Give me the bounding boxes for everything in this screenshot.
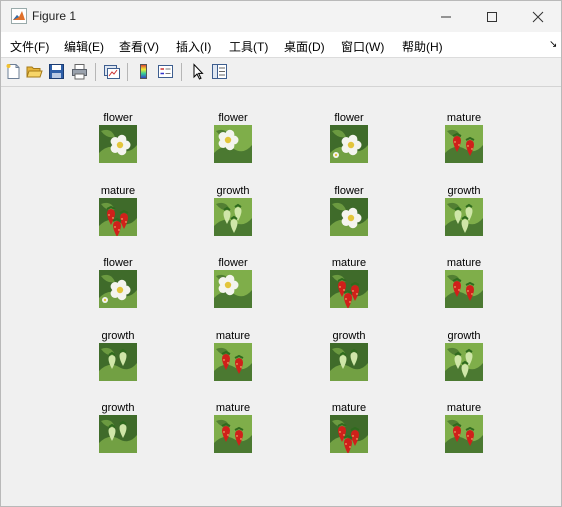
toolbar-separator [127,63,128,81]
strawberry-mature-image[interactable] [445,270,483,308]
strawberry-mature-image[interactable] [99,198,137,236]
strawberry-growth-image[interactable] [445,198,483,236]
subplot-cell[interactable]: mature [198,330,268,400]
strawberry-growth-image[interactable] [99,343,137,381]
subplot-title: mature [100,185,136,197]
subplot-cell[interactable]: mature [429,257,499,327]
subplot-cell[interactable]: flower [314,112,384,182]
figure-window: Figure 1 文件(F) 编辑(E) 查看(V) 插入(I) 工具(T) 桌… [0,0,562,507]
subplot-cell[interactable]: flower [83,257,153,327]
menu-tools[interactable]: 工具(T) [229,38,268,55]
subplot-title: mature [331,402,367,414]
link-plot-icon[interactable] [103,63,120,80]
menu-edit[interactable]: 编辑(E) [64,38,104,55]
subplot-title: growth [101,330,135,342]
figure-canvas[interactable]: flower flower flower mature mature growth flow… [1,87,561,506]
edit-plot-pointer-icon[interactable] [189,63,206,80]
strawberry-flower-image[interactable] [214,270,252,308]
subplot-cell[interactable]: growth [198,185,268,255]
menu-bar: 文件(F) 编辑(E) 查看(V) 插入(I) 工具(T) 桌面(D) 窗口(W… [1,32,561,57]
menu-help[interactable]: 帮助(H) [402,38,443,55]
title-bar[interactable]: Figure 1 [1,1,561,32]
strawberry-flower-image[interactable] [99,125,137,163]
subplot-cell[interactable]: growth [314,330,384,400]
subplot-title: mature [331,257,367,269]
strawberry-mature-image[interactable] [445,415,483,453]
window-title: Figure 1 [32,9,77,23]
menu-view[interactable]: 查看(V) [119,38,159,55]
subplot-cell[interactable]: growth [83,330,153,400]
strawberry-growth-image[interactable] [99,415,137,453]
strawberry-growth-image[interactable] [214,198,252,236]
strawberry-growth-image[interactable] [445,343,483,381]
strawberry-flower-image[interactable] [330,125,368,163]
strawberry-mature-image[interactable] [214,343,252,381]
print-icon[interactable] [71,63,88,80]
property-inspector-icon[interactable] [211,63,228,80]
subplot-cell[interactable]: growth [429,185,499,255]
subplot-cell[interactable]: flower [198,112,268,182]
subplot-cell[interactable]: mature [429,112,499,182]
subplot-cell[interactable]: mature [83,185,153,255]
subplot-title: flower [218,112,248,124]
subplot-cell[interactable]: mature [429,402,499,472]
minimize-button[interactable] [423,1,469,32]
subplot-title: flower [334,112,364,124]
dock-arrow-icon[interactable]: ↘ [549,39,557,50]
subplot-cell[interactable]: growth [429,330,499,400]
strawberry-flower-image[interactable] [99,270,137,308]
subplot-title: growth [447,330,481,342]
subplot-title: mature [215,330,251,342]
strawberry-flower-image[interactable] [214,125,252,163]
menu-insert[interactable]: 插入(I) [176,38,211,55]
matlab-logo-icon [11,8,27,24]
strawberry-mature-image[interactable] [330,415,368,453]
maximize-icon [487,11,497,22]
menu-file[interactable]: 文件(F) [10,38,49,55]
strawberry-flower-image[interactable] [330,198,368,236]
subplot-title: mature [215,402,251,414]
subplot-cell[interactable]: mature [314,257,384,327]
strawberry-mature-image[interactable] [214,415,252,453]
close-icon [532,11,544,22]
toolbar-separator [95,63,96,81]
insert-legend-icon[interactable] [157,63,174,80]
insert-colorbar-icon[interactable] [135,63,152,80]
subplot-cell[interactable]: flower [198,257,268,327]
subplot-cell[interactable]: flower [314,185,384,255]
subplot-cell[interactable]: mature [314,402,384,472]
open-file-icon[interactable] [26,63,43,80]
subplot-title: growth [101,402,135,414]
maximize-button[interactable] [469,1,515,32]
close-button[interactable] [515,1,561,32]
subplot-title: growth [216,185,250,197]
minimize-icon [441,16,451,17]
strawberry-growth-image[interactable] [330,343,368,381]
subplot-title: mature [446,402,482,414]
subplot-title: flower [218,257,248,269]
subplot-cell[interactable]: growth [83,402,153,472]
subplot-title: mature [446,257,482,269]
subplot-cell[interactable]: mature [198,402,268,472]
subplot-title: growth [332,330,366,342]
strawberry-mature-image[interactable] [330,270,368,308]
subplot-title: flower [103,112,133,124]
subplot-title: flower [103,257,133,269]
menu-desktop[interactable]: 桌面(D) [284,38,325,55]
subplot-title: mature [446,112,482,124]
new-figure-icon[interactable] [5,63,22,80]
subplot-title: growth [447,185,481,197]
strawberry-mature-image[interactable] [445,125,483,163]
menu-window[interactable]: 窗口(W) [341,38,384,55]
toolbar-separator [181,63,182,81]
subplot-cell[interactable]: flower [83,112,153,182]
subplot-title: flower [334,185,364,197]
figure-toolbar [1,57,561,87]
save-icon[interactable] [48,63,65,80]
